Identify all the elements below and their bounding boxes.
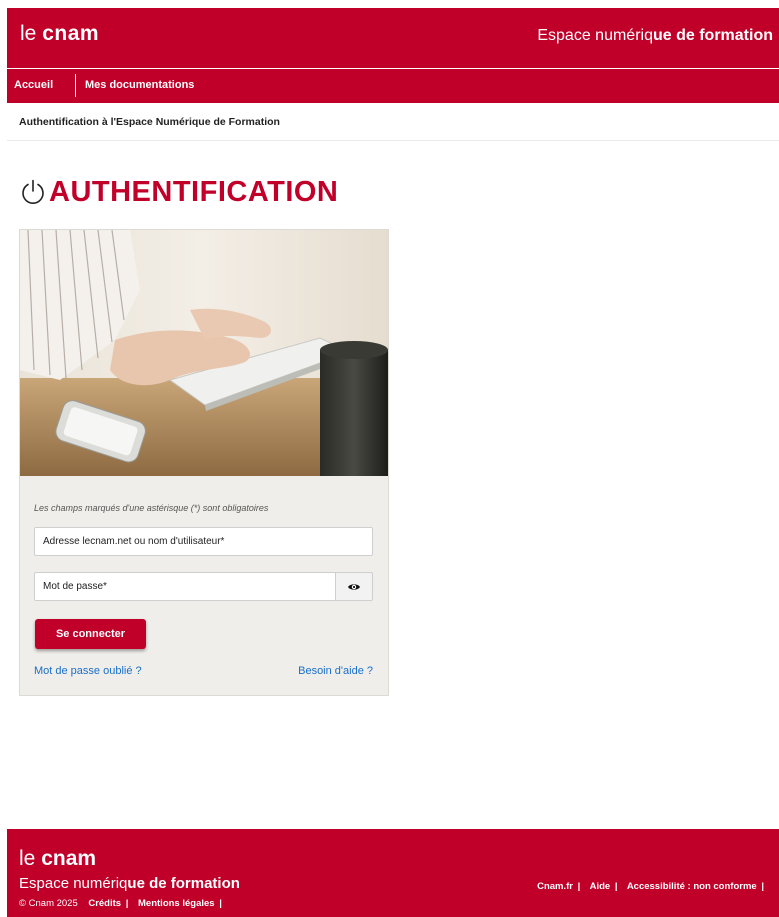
footer-link-accessibilite[interactable]: Accessibilité : non conforme bbox=[627, 881, 757, 892]
tagline-bold: ue de formation bbox=[652, 27, 773, 44]
footer-separator: | bbox=[219, 898, 222, 909]
page-title-block: AUTHENTIFICATION bbox=[19, 172, 338, 212]
footer-link-credits[interactable]: Crédits bbox=[88, 898, 121, 909]
footer-separator: | bbox=[577, 881, 581, 892]
footer-link-cnam-fr[interactable]: Cnam.fr bbox=[537, 881, 573, 892]
toggle-password-visibility-button[interactable] bbox=[335, 572, 373, 601]
site-tagline: Espace numérique de formation bbox=[537, 27, 773, 45]
help-link[interactable]: Besoin d'aide ? bbox=[298, 665, 373, 677]
footer-link-mentions-legales[interactable]: Mentions légales bbox=[138, 898, 215, 909]
footer-cnam-logo[interactable]: le cnam bbox=[19, 847, 96, 871]
required-fields-note: Les champs marqués d'une astérisque (*) … bbox=[34, 503, 269, 513]
nav-item-accueil[interactable]: Accueil bbox=[14, 79, 53, 91]
nav-item-mes-documentations[interactable]: Mes documentations bbox=[85, 79, 194, 91]
logo-name: cnam bbox=[42, 22, 100, 45]
logo-prefix: le bbox=[20, 22, 43, 45]
breadcrumb: Authentification à l'Espace Numérique de… bbox=[19, 116, 280, 128]
login-card: Les champs marqués d'une astérisque (*) … bbox=[19, 229, 389, 696]
top-header: le cnam Espace numérique de formation bbox=[7, 8, 779, 68]
footer-logo-prefix: le bbox=[19, 847, 42, 870]
power-icon bbox=[22, 179, 44, 204]
page-title: AUTHENTIFICATION bbox=[49, 175, 339, 208]
hero-image-typing-on-keyboard bbox=[20, 230, 388, 476]
forgot-password-link[interactable]: Mot de passe oublié ? bbox=[34, 665, 142, 677]
copyright-text: © Cnam 2025 bbox=[19, 898, 78, 909]
eye-icon bbox=[348, 583, 360, 590]
tagline-light: Espace numériq bbox=[537, 27, 653, 44]
hero-illustration bbox=[20, 230, 388, 476]
footer-tagline-light: Espace numériq bbox=[19, 875, 128, 892]
footer-logo-name: cnam bbox=[41, 847, 97, 870]
footer-links-right: Cnam.fr | Aide | Accessibilité : non con… bbox=[537, 881, 771, 892]
footer-legal: © Cnam 2025 Crédits | Mentions légales | bbox=[19, 898, 229, 909]
nav-divider bbox=[75, 74, 76, 97]
breadcrumb-divider bbox=[7, 140, 779, 141]
login-button[interactable]: Se connecter bbox=[35, 619, 146, 649]
footer-tagline-bold: ue de formation bbox=[127, 875, 240, 892]
cnam-logo[interactable]: le cnam bbox=[20, 22, 99, 46]
footer-separator: | bbox=[125, 898, 129, 909]
footer-link-aide[interactable]: Aide bbox=[590, 881, 611, 892]
password-input[interactable] bbox=[34, 572, 336, 601]
footer-tagline: Espace numérique de formation bbox=[19, 875, 240, 892]
footer-separator: | bbox=[761, 881, 764, 892]
username-input[interactable] bbox=[34, 527, 373, 556]
main-nav: Accueil Mes documentations bbox=[7, 69, 779, 103]
footer-separator: | bbox=[614, 881, 618, 892]
site-footer: le cnam Espace numérique de formation © … bbox=[7, 829, 779, 917]
